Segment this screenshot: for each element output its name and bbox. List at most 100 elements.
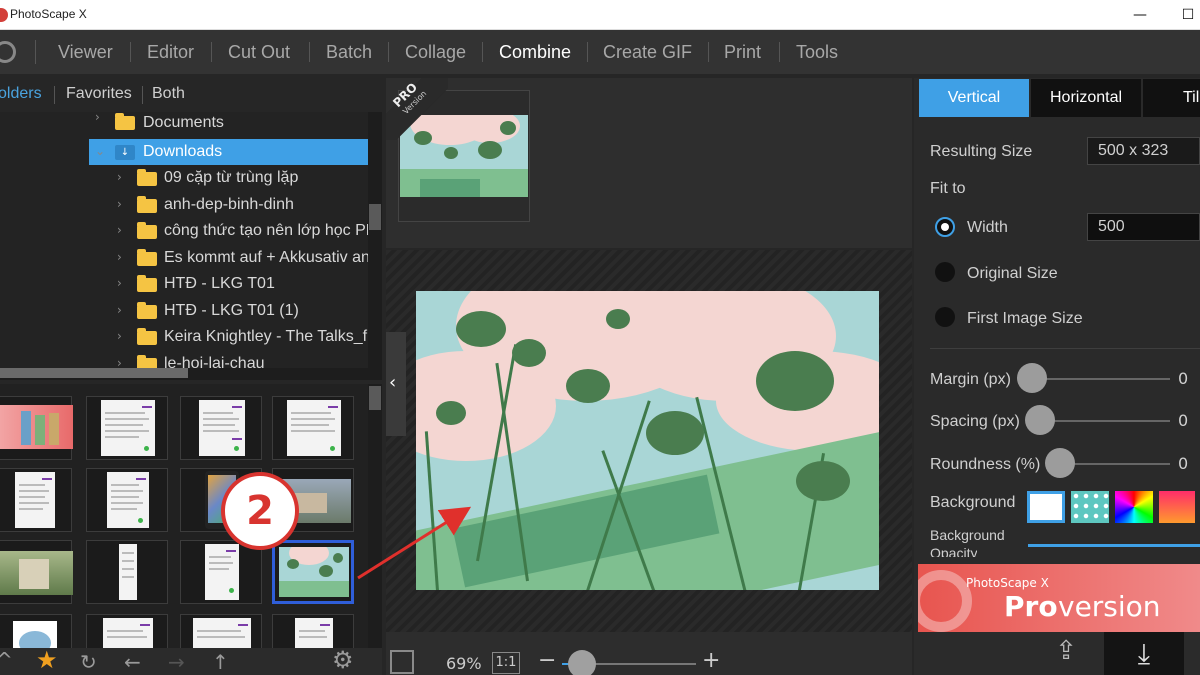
thumbnail-item-selected[interactable] bbox=[272, 540, 354, 604]
tree-item[interactable]: › le-hoi-lai-chau bbox=[0, 351, 368, 368]
folder-icon bbox=[137, 302, 157, 319]
thumbnail-item[interactable] bbox=[0, 468, 72, 532]
chevron-right-icon[interactable]: › bbox=[117, 276, 122, 290]
menu-editor[interactable]: Editor bbox=[147, 30, 194, 74]
title-bar: PhotoScape X — ☐ bbox=[0, 0, 1200, 30]
menu-batch[interactable]: Batch bbox=[326, 30, 372, 74]
actual-size-button[interactable]: 1:1 bbox=[492, 652, 520, 674]
scrollbar-thumb[interactable] bbox=[369, 386, 381, 410]
thumbnail-vertical-scrollbar[interactable] bbox=[368, 384, 382, 648]
scrollbar-thumb[interactable] bbox=[0, 368, 188, 378]
step-number-badge: 2 bbox=[221, 472, 299, 550]
background-white-swatch[interactable] bbox=[1027, 491, 1065, 523]
thumbnail-item[interactable] bbox=[0, 540, 73, 604]
roundness-slider-track[interactable] bbox=[1060, 463, 1170, 465]
menu-viewer[interactable]: Viewer bbox=[58, 30, 113, 74]
background-opacity-label: Background bbox=[930, 527, 1005, 543]
menu-print[interactable]: Print bbox=[724, 30, 761, 74]
chevron-right-icon[interactable]: › bbox=[117, 223, 122, 237]
app-logo-icon bbox=[0, 8, 8, 22]
thumbnail-item[interactable] bbox=[180, 540, 262, 604]
margin-slider-track[interactable] bbox=[1032, 378, 1170, 380]
background-pattern-swatch[interactable] bbox=[1071, 491, 1109, 523]
thumbnail-item[interactable] bbox=[180, 396, 262, 460]
pro-version-ribbon: PRO Version bbox=[386, 78, 448, 140]
tree-item[interactable]: › HTĐ - LKG T01 (1) bbox=[0, 298, 368, 324]
zoom-in-button[interactable]: + bbox=[702, 648, 720, 673]
tree-item[interactable]: › công thức tạo nên lớp học PN bbox=[0, 218, 368, 244]
star-icon[interactable]: ★ bbox=[36, 646, 58, 674]
folder-tree: › Documents ⌄ ↓ Downloads › 09 cặp từ tr… bbox=[0, 112, 368, 368]
spacing-slider-handle[interactable] bbox=[1025, 405, 1055, 435]
original-size-radio[interactable] bbox=[935, 262, 955, 282]
tree-vertical-scrollbar[interactable] bbox=[368, 112, 382, 368]
menu-create-gif[interactable]: Create GIF bbox=[603, 30, 692, 74]
chevron-right-icon[interactable]: › bbox=[117, 170, 122, 184]
menu-collage[interactable]: Collage bbox=[405, 30, 466, 74]
scrollbar-thumb[interactable] bbox=[369, 204, 381, 230]
gear-icon[interactable]: ⚙ bbox=[332, 646, 354, 674]
menu-tools[interactable]: Tools bbox=[796, 30, 838, 74]
minimize-button[interactable]: — bbox=[1128, 4, 1152, 26]
tree-item[interactable]: › Keira Knightley - The Talks_f bbox=[0, 324, 368, 350]
chevron-right-icon[interactable]: › bbox=[117, 329, 122, 343]
collapse-panel-button[interactable]: ‹ bbox=[386, 332, 406, 436]
thumbnail-item[interactable] bbox=[86, 540, 168, 604]
background-gradient-swatch[interactable] bbox=[1115, 491, 1153, 523]
tree-item[interactable]: › Es kommt auf + Akkusativ an bbox=[0, 245, 368, 271]
thumbnail-item[interactable] bbox=[272, 396, 354, 460]
save-download-button[interactable]: ⤓ bbox=[1104, 632, 1184, 675]
tab-vertical[interactable]: Vertical bbox=[919, 79, 1029, 117]
width-radio[interactable] bbox=[935, 217, 955, 237]
tree-item[interactable]: › 09 cặp từ trùng lặp bbox=[0, 165, 368, 191]
menu-cut-out[interactable]: Cut Out bbox=[228, 30, 290, 74]
forward-arrow-icon[interactable]: → bbox=[168, 650, 185, 674]
tree-item-downloads[interactable]: ⌄ ↓ Downloads bbox=[0, 139, 368, 165]
margin-label: Margin (px) bbox=[930, 371, 1011, 388]
fit-to-window-icon[interactable] bbox=[390, 650, 414, 674]
margin-slider-handle[interactable] bbox=[1017, 363, 1047, 393]
tab-tile[interactable]: Til bbox=[1143, 79, 1200, 117]
maximize-button[interactable]: ☐ bbox=[1176, 4, 1200, 26]
tab-horizontal[interactable]: Horizontal bbox=[1031, 79, 1141, 117]
thumbnail-item[interactable] bbox=[0, 396, 73, 460]
width-label: Width bbox=[967, 219, 1008, 236]
thumbnail-item[interactable] bbox=[86, 468, 168, 532]
tree-horizontal-scrollbar[interactable] bbox=[0, 368, 382, 380]
up-arrow-icon[interactable]: ↑ bbox=[212, 650, 229, 674]
background-warm-swatch[interactable] bbox=[1159, 491, 1195, 523]
tab-favorites[interactable]: Favorites bbox=[66, 85, 132, 103]
thumbnail-item[interactable] bbox=[272, 614, 354, 648]
photoscape-logo-icon[interactable] bbox=[0, 41, 16, 63]
thumbnail-item[interactable] bbox=[86, 396, 168, 460]
rotate-icon[interactable]: ↻ bbox=[80, 650, 97, 674]
chevron-right-icon[interactable]: › bbox=[117, 250, 122, 264]
tree-item[interactable]: › HTĐ - LKG T01 bbox=[0, 271, 368, 297]
roundness-slider-handle[interactable] bbox=[1045, 448, 1075, 478]
tree-item-documents[interactable]: › Documents bbox=[0, 112, 368, 138]
width-input[interactable]: 500 bbox=[1087, 213, 1200, 241]
tab-both[interactable]: Both bbox=[152, 85, 185, 103]
share-upload-button[interactable]: ⇪ bbox=[1044, 636, 1088, 672]
thumbnail-grid bbox=[0, 384, 368, 648]
thumbnail-item[interactable] bbox=[86, 614, 168, 648]
chevron-right-icon[interactable]: › bbox=[117, 303, 122, 317]
thumbnail-item[interactable] bbox=[0, 614, 72, 648]
tab-folders[interactable]: olders bbox=[0, 85, 42, 103]
chevron-right-icon[interactable]: › bbox=[117, 197, 122, 211]
first-image-size-radio[interactable] bbox=[935, 307, 955, 327]
chevron-up-icon[interactable]: ^ bbox=[0, 648, 13, 672]
tree-item[interactable]: › anh-dep-binh-dinh bbox=[0, 192, 368, 218]
chevron-down-icon[interactable]: ⌄ bbox=[95, 144, 105, 158]
tree-item-label: Documents bbox=[143, 114, 224, 131]
zoom-out-button[interactable]: − bbox=[538, 648, 556, 673]
background-opacity-slider[interactable] bbox=[1028, 544, 1200, 547]
zoom-slider-handle[interactable] bbox=[568, 650, 597, 675]
chevron-right-icon[interactable]: › bbox=[95, 112, 100, 124]
back-arrow-icon[interactable]: ← bbox=[124, 650, 141, 674]
thumbnail-item[interactable] bbox=[180, 614, 262, 648]
pro-version-banner[interactable]: PhotoScape X Pro version bbox=[918, 564, 1200, 632]
spacing-slider-track[interactable] bbox=[1040, 420, 1170, 422]
menu-combine[interactable]: Combine bbox=[499, 30, 571, 74]
chevron-right-icon[interactable]: › bbox=[117, 356, 122, 368]
